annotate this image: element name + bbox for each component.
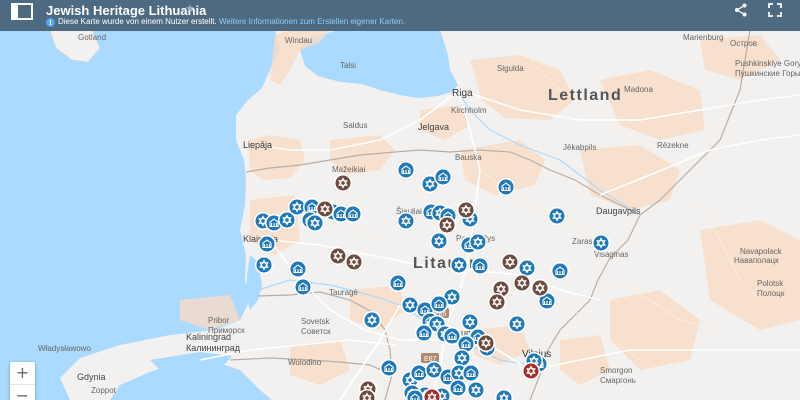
blue-site-marker[interactable]	[397, 212, 415, 230]
label-gdynia: Gdynia	[77, 372, 106, 382]
blue-site-marker[interactable]	[278, 211, 296, 229]
blue-site-marker[interactable]	[430, 232, 448, 250]
label-smorgon-cyr: Смаргонь	[600, 376, 636, 385]
blue-site-marker[interactable]	[289, 260, 307, 278]
blue-site-marker[interactable]	[467, 381, 485, 399]
blue-site-marker[interactable]	[497, 178, 515, 196]
brown-site-marker[interactable]	[488, 293, 506, 311]
label-kirchholm: Kirchholm	[451, 106, 487, 115]
label-rezekne: Rēzekne	[657, 141, 689, 150]
brown-site-marker[interactable]	[316, 200, 334, 218]
label-madona: Madona	[624, 85, 653, 94]
label-windau: Windau	[285, 36, 312, 45]
label-mazeikiai: Mažeikiai	[332, 165, 366, 174]
blue-site-marker[interactable]	[462, 364, 480, 382]
brown-site-marker[interactable]	[531, 279, 549, 297]
star-icon[interactable]: ★	[185, 2, 195, 15]
label-jekabpils: Jēkabpils	[563, 143, 596, 152]
label-polotsk-cyr: Полоцк	[757, 289, 785, 298]
blue-site-marker[interactable]	[548, 207, 566, 225]
label-pribor: Pribor	[208, 316, 230, 325]
info-link[interactable]: Weitere Informationen zum Erstellen eige…	[219, 17, 405, 26]
country-label-litauen: Litauen	[413, 255, 480, 272]
blue-site-marker[interactable]	[508, 315, 526, 333]
brown-site-marker[interactable]	[501, 253, 519, 271]
zoom-control: + −	[10, 362, 35, 400]
blue-site-marker[interactable]	[410, 364, 428, 382]
blue-site-marker[interactable]	[389, 274, 407, 292]
blue-site-marker[interactable]	[294, 278, 312, 296]
label-ostrov: Остров	[730, 39, 757, 48]
label-talsi: Talsi	[340, 61, 356, 70]
label-zoppot: Zoppot	[91, 386, 117, 395]
brown-site-marker[interactable]	[438, 216, 456, 234]
info-text: Diese Karte wurde von einem Nutzer erste…	[58, 17, 217, 26]
blue-site-marker[interactable]	[255, 256, 273, 274]
info-line: i Diese Karte wurde von einem Nutzer erst…	[46, 17, 405, 27]
label-saldus: Saldus	[343, 121, 367, 130]
city-label-liepaja: Liepāja	[243, 140, 272, 150]
blue-site-marker[interactable]	[344, 205, 362, 223]
label-sovetsk-cyr: Советск	[301, 327, 331, 336]
city-label-jelgava: Jelgava	[418, 122, 449, 132]
label-navapolack-cyr: Наваполацк	[734, 256, 779, 265]
label-gotland: Gotland	[78, 33, 106, 42]
blue-site-marker[interactable]	[551, 262, 569, 280]
label-taurage: Tauragė	[329, 288, 358, 297]
label-polotsk: Polotsk	[757, 279, 784, 288]
blue-site-marker[interactable]	[469, 233, 487, 251]
share-icon[interactable]	[734, 3, 748, 17]
brown-site-marker[interactable]	[457, 201, 475, 219]
brown-site-marker[interactable]	[513, 274, 531, 292]
blue-site-marker[interactable]	[380, 359, 398, 377]
map-canvas[interactable]: Lettland Litauen Riga Vilnius Liepāja Je…	[0, 0, 800, 400]
label-marienburg: Marienburg	[683, 33, 723, 42]
brown-site-marker[interactable]	[329, 247, 347, 265]
map-title[interactable]: Jewish Heritage Lithuania	[46, 3, 206, 18]
label-sovetsk: Sovetsk	[301, 317, 330, 326]
label-navapolack: Navapolack	[740, 247, 783, 256]
city-label-riga: Riga	[452, 88, 473, 99]
brown-site-marker[interactable]	[345, 253, 363, 271]
brown-site-marker[interactable]	[477, 334, 495, 352]
blue-site-marker[interactable]	[415, 324, 433, 342]
map-header: Jewish Heritage Lithuania ★ i Diese Karte…	[0, 0, 800, 31]
label-primorsk: Приморск	[208, 326, 245, 335]
blue-site-marker[interactable]	[449, 379, 467, 397]
label-smorgon: Smorgon	[600, 366, 632, 375]
blue-site-marker[interactable]	[397, 161, 415, 179]
label-bauska: Bauska	[455, 153, 482, 162]
blue-site-marker[interactable]	[471, 257, 489, 275]
label-wolodino: Wolodino	[288, 358, 322, 367]
sidebar-toggle-icon[interactable]	[11, 3, 33, 20]
city-label-kaliningrad-cyr: Калининград	[186, 343, 241, 353]
label-sigulda: Sigulda	[497, 64, 524, 73]
zoom-in-button[interactable]: +	[10, 362, 35, 385]
red-site-marker[interactable]	[522, 362, 540, 380]
city-label-daugavpils: Daugavpils	[596, 206, 641, 216]
blue-site-marker[interactable]	[258, 235, 276, 253]
country-label-lettland: Lettland	[548, 87, 622, 104]
zoom-out-button[interactable]: −	[10, 385, 35, 400]
fullscreen-icon[interactable]	[768, 3, 782, 17]
blue-site-marker[interactable]	[434, 168, 452, 186]
label-pushkin-cyr: Пушкинские Горы	[735, 69, 800, 78]
blue-site-marker[interactable]	[453, 349, 471, 367]
blue-site-marker[interactable]	[363, 311, 381, 329]
label-pushkin: Pushkinskiye Gory	[735, 59, 800, 68]
blue-site-marker[interactable]	[430, 295, 448, 313]
blue-site-marker[interactable]	[450, 256, 468, 274]
brown-site-marker[interactable]	[334, 174, 352, 192]
blue-site-marker[interactable]	[592, 234, 610, 252]
info-icon: i	[46, 18, 55, 27]
label-wladyslawowo: Władysławowo	[38, 344, 91, 353]
